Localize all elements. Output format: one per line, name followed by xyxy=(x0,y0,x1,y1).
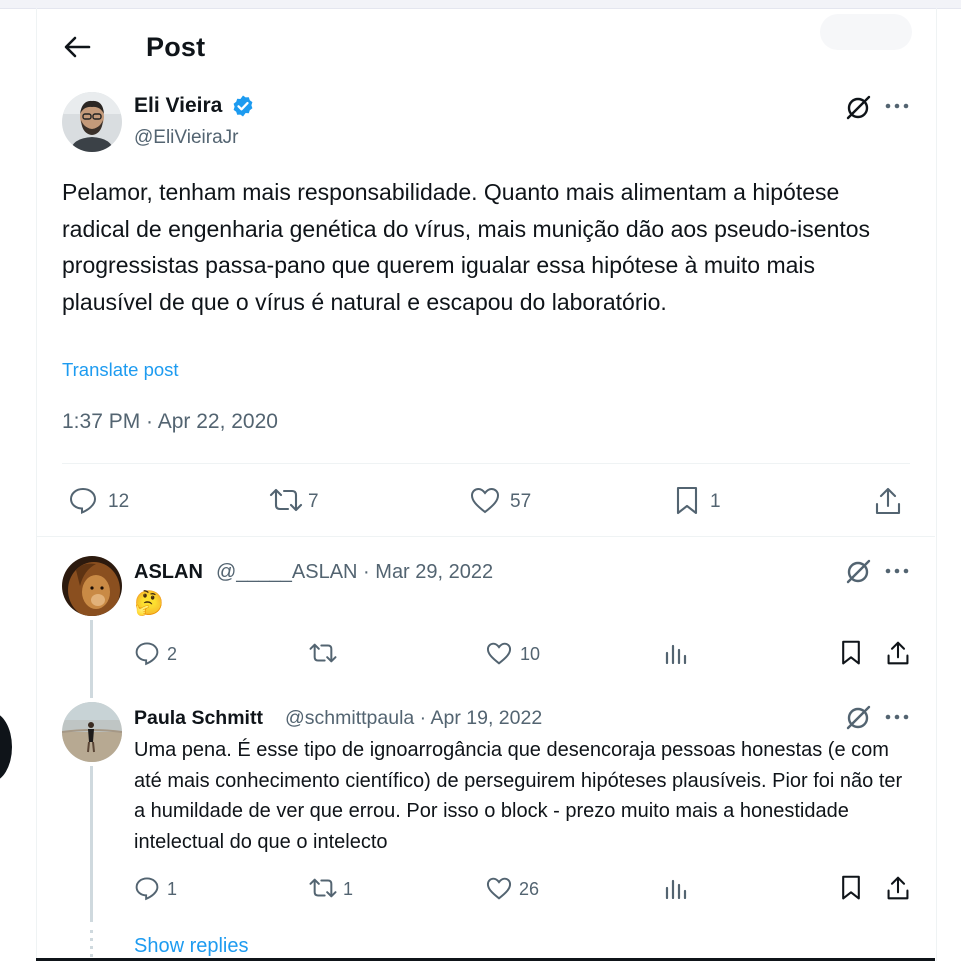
avatar[interactable] xyxy=(62,556,122,616)
post-text: Pelamor, tenham mais responsabilidade. Q… xyxy=(62,179,871,315)
reply-meta[interactable]: @schmittpaula · Apr 19, 2022 xyxy=(285,707,542,730)
views-icon[interactable] xyxy=(664,642,688,664)
reply-icon[interactable] xyxy=(134,640,160,666)
author-handle[interactable]: @EliVieiraJr xyxy=(134,127,238,149)
reply-author-name[interactable]: ASLAN xyxy=(134,561,203,584)
reply-text: Uma pena. É esse tipo de ignoarrogância … xyxy=(134,739,903,853)
repost-count: 7 xyxy=(308,491,319,512)
post-timestamp[interactable]: 1:37 PM · Apr 22, 2020 xyxy=(62,410,278,434)
like-icon[interactable] xyxy=(486,877,512,900)
like-count: 57 xyxy=(510,491,532,512)
like-count: 10 xyxy=(520,644,541,664)
reply-author-name[interactable]: Paula Schmitt xyxy=(134,707,263,730)
views-icon[interactable] xyxy=(664,877,688,899)
grok-icon[interactable] xyxy=(844,94,872,122)
repost-icon[interactable] xyxy=(308,641,338,665)
reply-icon[interactable] xyxy=(68,485,98,515)
reply-meta[interactable]: @_____ASLAN · Mar 29, 2022 xyxy=(216,561,493,584)
reply-count: 1 xyxy=(167,879,178,899)
thread-line xyxy=(90,766,93,922)
verified-badge-icon xyxy=(233,95,253,117)
bookmark-icon[interactable] xyxy=(840,640,862,666)
back-arrow-icon[interactable] xyxy=(62,34,92,60)
show-replies-link[interactable]: Show replies xyxy=(134,935,249,958)
avatar[interactable] xyxy=(62,92,122,152)
page-title: Post xyxy=(146,32,206,62)
share-icon[interactable] xyxy=(874,486,902,516)
avatar[interactable] xyxy=(62,702,122,762)
floating-overlay-button[interactable] xyxy=(0,712,12,782)
like-count: 26 xyxy=(519,879,540,899)
thread-dots xyxy=(90,930,93,958)
divider xyxy=(62,463,910,464)
more-icon[interactable] xyxy=(884,98,910,114)
translate-post-link[interactable]: Translate post xyxy=(62,359,179,381)
share-icon[interactable] xyxy=(886,875,910,901)
grok-icon[interactable] xyxy=(844,704,872,732)
repost-icon[interactable] xyxy=(308,876,338,900)
like-icon[interactable] xyxy=(486,642,512,665)
reply-count: 12 xyxy=(108,491,130,512)
like-icon[interactable] xyxy=(470,487,500,514)
reply-count: 2 xyxy=(167,644,178,664)
share-icon[interactable] xyxy=(886,640,910,666)
reply-text: 🤔 xyxy=(134,590,164,617)
author-name[interactable]: Eli Vieira xyxy=(134,94,222,118)
bookmark-icon[interactable] xyxy=(840,875,862,901)
reply-icon[interactable] xyxy=(134,875,160,901)
thread-line xyxy=(90,620,93,698)
more-icon[interactable] xyxy=(884,709,910,725)
more-icon[interactable] xyxy=(884,563,910,579)
repost-count: 1 xyxy=(343,879,354,899)
repost-icon[interactable] xyxy=(268,486,304,514)
header-faded-control xyxy=(820,14,912,50)
bookmark-count: 1 xyxy=(710,491,721,512)
divider xyxy=(37,536,935,537)
grok-icon[interactable] xyxy=(844,558,872,586)
bookmark-icon[interactable] xyxy=(675,486,699,516)
